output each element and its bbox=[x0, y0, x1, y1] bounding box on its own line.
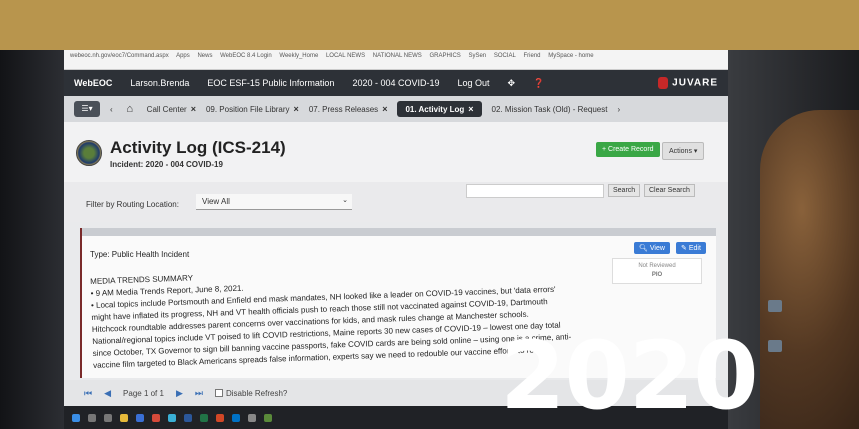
review-status: Not Reviewed bbox=[638, 263, 676, 269]
bookmark[interactable]: News bbox=[197, 53, 212, 59]
outlook-icon[interactable] bbox=[232, 413, 240, 422]
photo-scene: webeoc.nh.gov/eoc7/Command.aspx Apps New… bbox=[0, 50, 859, 429]
bookmark[interactable]: Weekly_Home bbox=[279, 53, 318, 59]
incident-menu[interactable]: 2020 - 004 COVID-19 bbox=[352, 78, 439, 88]
last-page-icon[interactable]: ⏭ bbox=[195, 388, 203, 399]
word-icon[interactable] bbox=[184, 413, 192, 422]
close-icon[interactable]: × bbox=[191, 104, 196, 114]
refresh-checkbox[interactable] bbox=[214, 389, 223, 398]
bookmark[interactable]: LOCAL NEWS bbox=[326, 53, 365, 59]
tab-label: Call Center bbox=[146, 104, 187, 114]
close-icon[interactable]: × bbox=[468, 104, 473, 114]
edit-label: Edit bbox=[688, 245, 701, 252]
powerpoint-icon[interactable] bbox=[216, 413, 224, 422]
tab-press-releases[interactable]: 07. Press Releases × bbox=[309, 104, 388, 114]
chevron-left-icon[interactable]: ‹ bbox=[110, 105, 113, 114]
edge-icon[interactable] bbox=[168, 413, 176, 422]
bookmark[interactable]: GRAPHICS bbox=[429, 53, 460, 59]
prev-page-icon[interactable]: ◀ bbox=[104, 388, 111, 399]
state-seal-icon bbox=[76, 140, 102, 166]
bookmark[interactable]: NATIONAL NEWS bbox=[373, 53, 422, 59]
first-page-icon[interactable]: ⏮ bbox=[84, 388, 92, 399]
vendor-logo: JUVARE bbox=[658, 77, 718, 89]
view-label: View bbox=[649, 245, 665, 252]
record-header-bar bbox=[82, 228, 716, 236]
chevron-right-icon[interactable]: › bbox=[617, 105, 620, 114]
bookmark[interactable]: Apps bbox=[176, 53, 190, 59]
page-indicator: Page 1 of 1 bbox=[123, 388, 164, 398]
search-input[interactable] bbox=[466, 184, 604, 198]
edit-button[interactable]: ✎ Edit bbox=[676, 242, 706, 254]
browser-bookmarks-bar: webeoc.nh.gov/eoc7/Command.aspx Apps New… bbox=[64, 50, 728, 70]
page-header: Activity Log (ICS-214) Incident: 2020 - … bbox=[64, 122, 728, 182]
search-button[interactable]: Search bbox=[608, 184, 641, 197]
bookmark[interactable]: MySpace - home bbox=[548, 53, 593, 59]
address-bar[interactable]: webeoc.nh.gov/eoc7/Command.aspx bbox=[70, 53, 169, 59]
app-navbar: WebEOC Larson.Brenda EOC ESF-15 Public I… bbox=[64, 70, 728, 96]
mail-icon[interactable] bbox=[136, 413, 144, 422]
bookmark[interactable]: WebEOC 8.4 Login bbox=[220, 53, 272, 59]
position-menu[interactable]: EOC ESF-15 Public Information bbox=[207, 78, 334, 88]
file-explorer-icon[interactable] bbox=[120, 413, 128, 422]
tab-activity-log[interactable]: 01. Activity Log × bbox=[397, 101, 482, 117]
next-page-icon[interactable]: ▶ bbox=[176, 388, 183, 399]
chrome-icon[interactable] bbox=[152, 413, 160, 422]
review-status-box: Not Reviewed PIO bbox=[612, 258, 702, 284]
filter-bar: Filter by Routing Location: View All ⌄ Se… bbox=[64, 182, 728, 222]
actions-button[interactable]: Actions ▾ bbox=[662, 142, 705, 160]
incident-label: Incident: 2020 - 004 COVID-19 bbox=[110, 160, 223, 169]
routing-location-select[interactable]: View All ⌄ bbox=[196, 194, 352, 210]
review-owner: PIO bbox=[651, 272, 663, 278]
start-icon[interactable] bbox=[72, 413, 80, 422]
excel-icon[interactable] bbox=[200, 413, 208, 422]
caret-down-icon: ▾ bbox=[693, 148, 698, 155]
search-icon[interactable] bbox=[88, 413, 96, 422]
tab-label: 07. Press Releases bbox=[308, 104, 379, 114]
close-icon[interactable]: × bbox=[382, 104, 387, 114]
bookmark[interactable]: Friend bbox=[524, 53, 541, 59]
home-icon[interactable]: ⌂ bbox=[123, 102, 137, 116]
person-silhouette bbox=[760, 110, 859, 429]
expand-icon[interactable]: ✥ bbox=[508, 78, 516, 89]
desktop-icon bbox=[760, 340, 790, 354]
user-menu[interactable]: Larson.Brenda bbox=[130, 78, 189, 88]
edit-icon: ✎ bbox=[681, 245, 687, 252]
task-view-icon[interactable] bbox=[104, 413, 112, 422]
search-icon: 🔍︎ bbox=[639, 245, 648, 252]
page-title: Activity Log (ICS-214) bbox=[110, 138, 286, 157]
bookmark[interactable]: SySen bbox=[468, 53, 486, 59]
chevron-down-icon: ⌄ bbox=[342, 197, 348, 204]
tab-label: 01. Activity Log bbox=[405, 104, 465, 114]
board-tabs: ☰▾ ‹ ⌂ Call Center × 09. Position File Li… bbox=[64, 96, 728, 122]
juvare-logo-icon bbox=[658, 77, 669, 89]
app-brand[interactable]: WebEOC bbox=[74, 78, 112, 88]
create-record-button[interactable]: + Create Record bbox=[596, 142, 660, 157]
desktop-icon bbox=[760, 300, 790, 314]
disable-refresh-toggle[interactable]: Disable Refresh? bbox=[214, 388, 288, 398]
view-button[interactable]: 🔍︎ View bbox=[634, 242, 670, 254]
clear-search-button[interactable]: Clear Search bbox=[644, 184, 695, 197]
app-icon[interactable] bbox=[264, 413, 272, 422]
tab-label: 09. Position File Library bbox=[205, 104, 290, 114]
record-type: Type: Public Health Incident bbox=[90, 250, 190, 259]
tab-position-file-library[interactable]: 09. Position File Library × bbox=[206, 104, 299, 114]
logout-link[interactable]: Log Out bbox=[458, 78, 490, 88]
bookmark[interactable]: SOCIAL bbox=[494, 53, 516, 59]
tab-mission-task[interactable]: 02. Mission Task (Old) - Request bbox=[492, 105, 608, 114]
app-icon[interactable] bbox=[248, 413, 256, 422]
filter-label: Filter by Routing Location: bbox=[86, 200, 179, 209]
tab-label: 02. Mission Task (Old) - Request bbox=[491, 104, 608, 114]
year-overlay-text: 2020 bbox=[500, 322, 759, 429]
monitor-bezel-left bbox=[0, 50, 64, 429]
tab-call-center[interactable]: Call Center × bbox=[147, 104, 196, 114]
gold-header-band bbox=[0, 0, 859, 50]
refresh-label: Disable Refresh? bbox=[225, 388, 288, 398]
actions-label: Actions bbox=[669, 148, 692, 155]
close-icon[interactable]: × bbox=[294, 104, 299, 114]
help-icon[interactable]: ❓ bbox=[533, 78, 544, 89]
menu-button[interactable]: ☰▾ bbox=[74, 101, 100, 117]
filter-selected: View All bbox=[202, 197, 230, 206]
vendor-logo-text: JUVARE bbox=[672, 77, 718, 89]
